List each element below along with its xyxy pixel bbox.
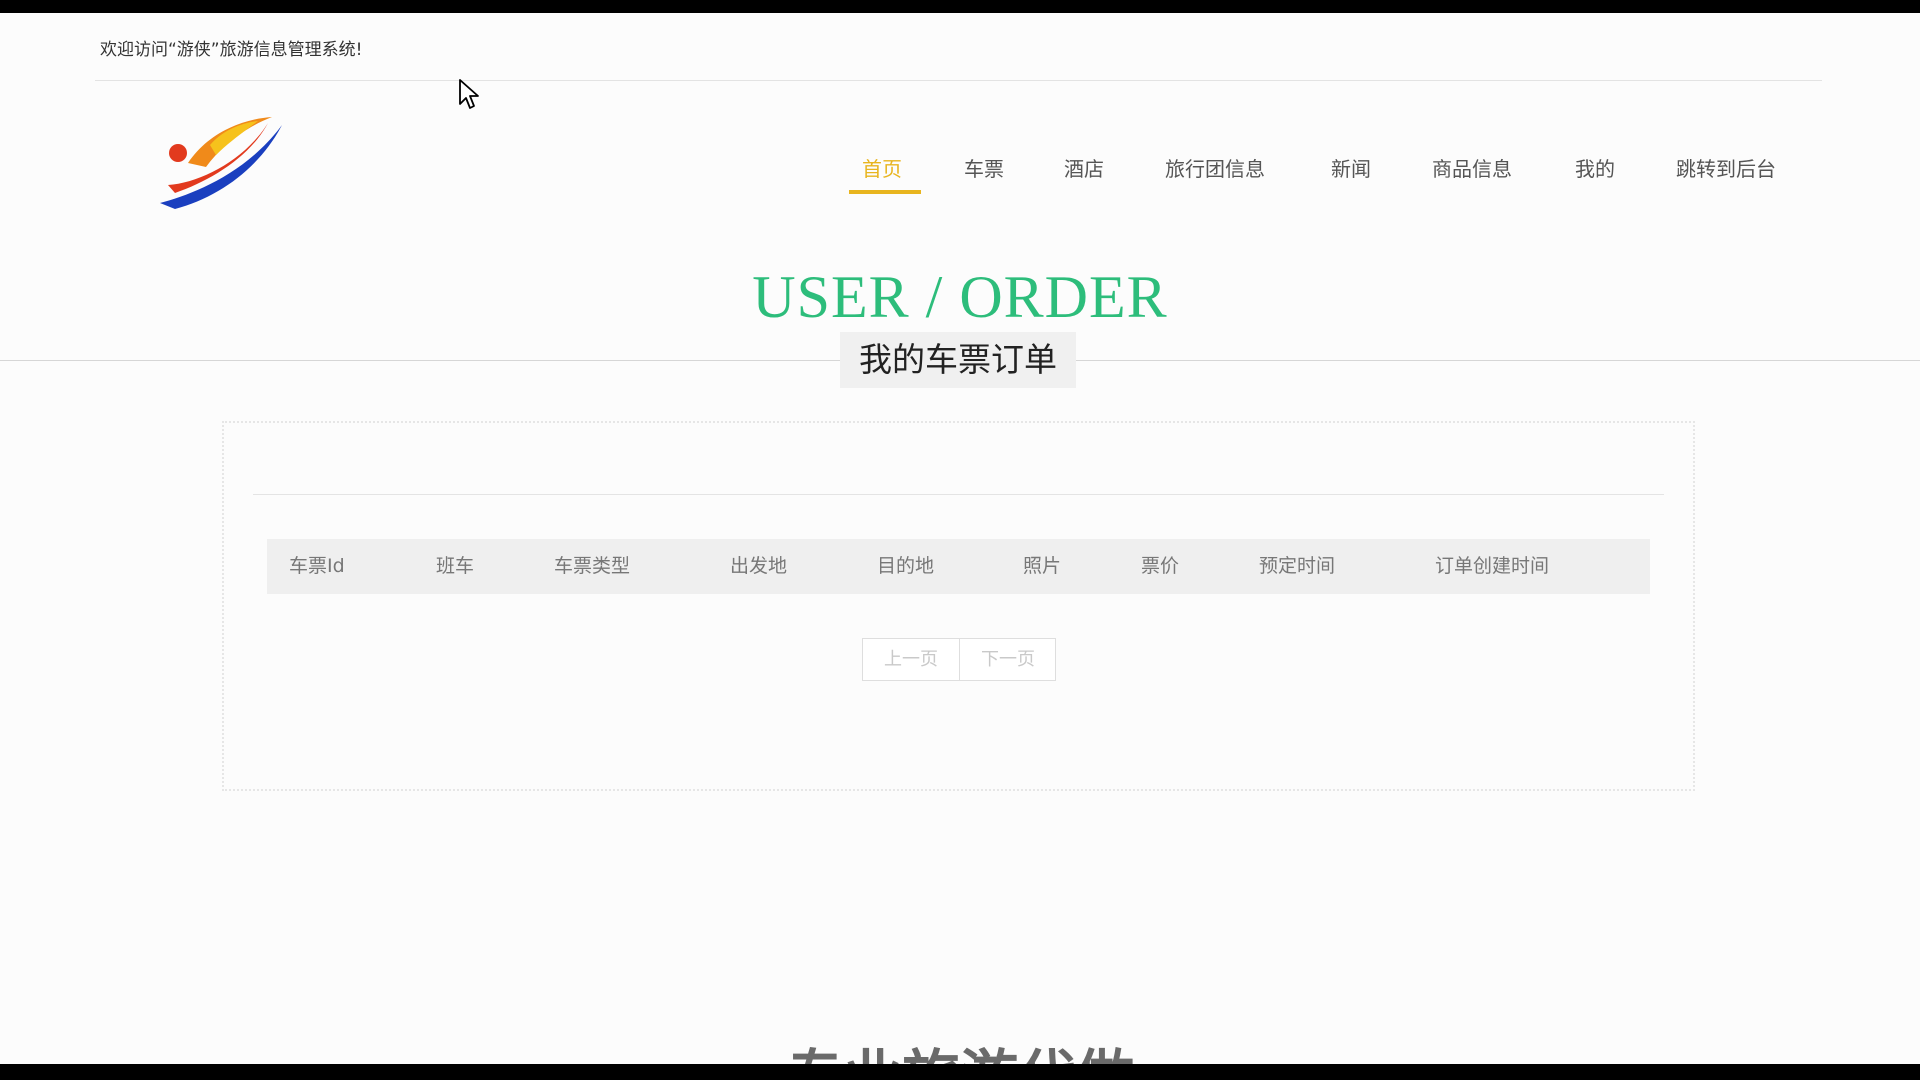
- main-nav: 首页 车票 酒店 旅行团信息 新闻 商品信息 我的 跳转到后台: [0, 153, 1920, 213]
- nav-tickets[interactable]: 车票: [964, 153, 1004, 203]
- column-header: 车票类型: [554, 555, 631, 577]
- panel-divider: [253, 494, 1664, 495]
- mouse-pointer-icon: [459, 79, 479, 109]
- nav-products[interactable]: 商品信息: [1432, 153, 1512, 203]
- top-bar: 欢迎访问“游侠”旅游信息管理系统!: [95, 13, 1822, 81]
- page-title: USER / ORDER: [752, 264, 1168, 330]
- nav-tour-groups[interactable]: 旅行团信息: [1165, 153, 1265, 203]
- column-header: 预定时间: [1259, 555, 1336, 577]
- pagination: 上一页 下一页: [862, 638, 1056, 681]
- page-subtitle: 我的车票订单: [840, 332, 1076, 388]
- nav-admin[interactable]: 跳转到后台: [1676, 153, 1776, 203]
- column-header: 票价: [1141, 555, 1180, 577]
- page: 欢迎访问“游侠”旅游信息管理系统! 首页 车票 酒店 旅行团信息 新闻 商品信息…: [0, 13, 1920, 1064]
- orders-panel: [222, 421, 1695, 791]
- next-page-button[interactable]: 下一页: [960, 639, 1056, 680]
- column-header: 照片: [1023, 555, 1062, 577]
- column-header: 车票Id: [289, 555, 345, 577]
- nav-mine[interactable]: 我的: [1575, 153, 1615, 203]
- welcome-text: 欢迎访问“游侠”旅游信息管理系统!: [100, 40, 363, 60]
- column-header: 订单创建时间: [1435, 555, 1550, 577]
- column-header: 目的地: [877, 555, 935, 577]
- column-header: 出发地: [730, 555, 788, 577]
- nav-news[interactable]: 新闻: [1331, 153, 1371, 203]
- nav-home[interactable]: 首页: [862, 153, 902, 203]
- footer-heading-partial: 专业旅游代做: [0, 1030, 1920, 1064]
- nav-hotels[interactable]: 酒店: [1064, 153, 1104, 203]
- column-header: 班车: [436, 555, 475, 577]
- table-header: 车票Id 班车 车票类型 出发地 目的地 照片 票价 预定时间 订单创建时间: [267, 539, 1650, 594]
- prev-page-button[interactable]: 上一页: [863, 639, 959, 680]
- nav-active-indicator: [849, 190, 921, 194]
